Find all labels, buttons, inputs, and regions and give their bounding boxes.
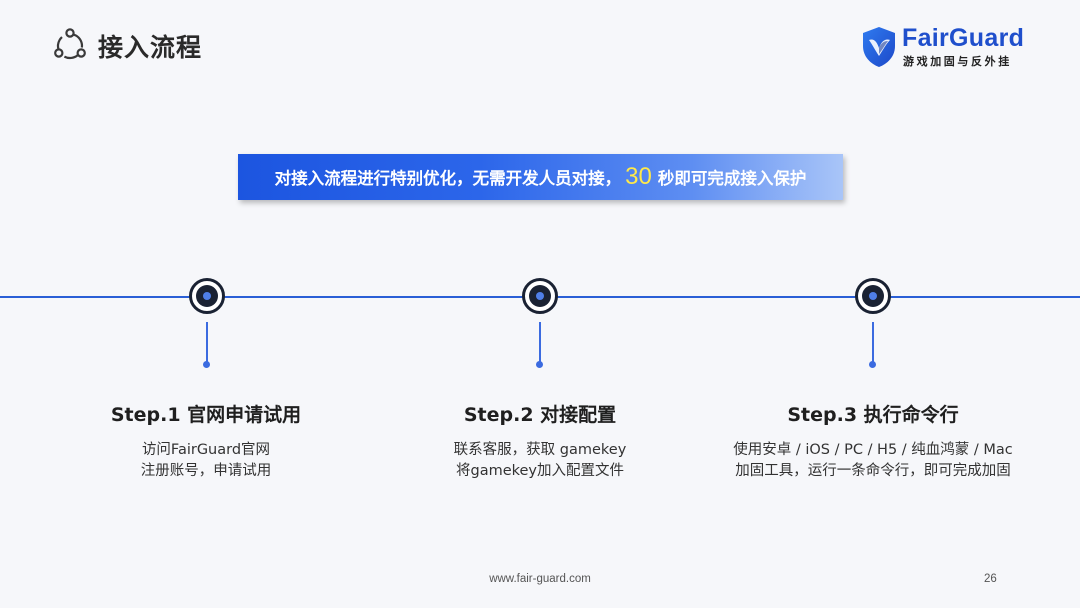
step-1-description: 访问FairGuard官网 注册账号，申请试用 — [36, 440, 376, 482]
timeline-node-3 — [855, 278, 891, 314]
logo-name: FairGuard — [902, 24, 1025, 52]
step-2-title: Step.2 对接配置 — [463, 404, 617, 426]
step-2-line-1: 联系客服，获取 gamekey — [453, 442, 627, 458]
step-2-line-2: 将gamekey加入配置文件 — [455, 463, 625, 479]
timeline-node-1 — [189, 278, 225, 314]
step-3-line-1: 使用安卓 / iOS / PC / H5 / 纯血鸿蒙 / Mac — [733, 442, 1013, 458]
shield-logo-icon — [863, 27, 895, 67]
timeline-dot-3 — [869, 361, 876, 368]
footer-url: www.fair-guard.com — [489, 573, 591, 585]
step-1-line-1: 访问FairGuard官网 — [141, 442, 271, 458]
step-1-line-2: 注册账号，申请试用 — [140, 463, 272, 479]
fairguard-logo: FairGuard 游戏加固与反外挂 — [862, 24, 1032, 72]
step-2-description: 联系客服，获取 gamekey 将gamekey加入配置文件 — [370, 440, 710, 482]
banner-text-after: 秒即可完成接入保护 — [657, 169, 807, 188]
timeline-stem-1 — [206, 322, 208, 364]
step-3-title: Step.3 执行命令行 — [787, 404, 959, 426]
timeline-stem-3 — [872, 322, 874, 364]
timeline-stem-2 — [539, 322, 541, 364]
logo-tagline: 游戏加固与反外挂 — [903, 55, 1012, 68]
page-title: 接入流程 — [98, 33, 203, 62]
step-3-description: 使用安卓 / iOS / PC / H5 / 纯血鸿蒙 / Mac 加固工具，运… — [703, 440, 1043, 482]
headline-banner: 对接入流程进行特别优化，无需开发人员对接， 30 秒即可完成接入保护 — [238, 154, 843, 200]
step-1-title: Step.1 官网申请试用 — [110, 404, 302, 426]
timeline-node-2 — [522, 278, 558, 314]
step-3-line-2: 加固工具，运行一条命令行，即可完成加固 — [735, 463, 1011, 479]
page-number: 26 — [984, 573, 997, 585]
share-nodes-icon — [54, 28, 86, 60]
banner-text-before: 对接入流程进行特别优化，无需开发人员对接， — [274, 169, 622, 188]
timeline-dot-1 — [203, 361, 210, 368]
timeline-dot-2 — [536, 361, 543, 368]
banner-highlight-number: 30 — [625, 163, 652, 190]
